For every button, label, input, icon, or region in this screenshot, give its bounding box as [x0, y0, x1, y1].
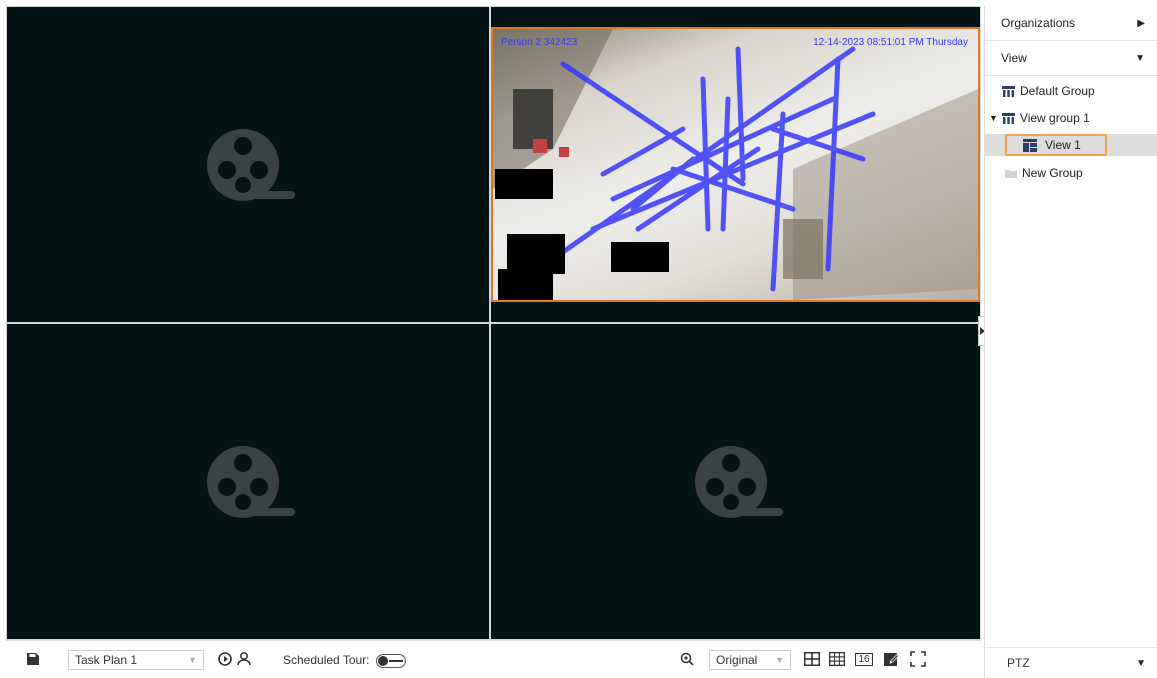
selection-highlight [1005, 134, 1107, 156]
layout-4-button[interactable] [803, 650, 821, 668]
custom-layout-button[interactable] [882, 650, 900, 668]
view-group-icon [1002, 85, 1015, 97]
chevron-right-icon: ▶ [1137, 17, 1145, 29]
film-reel-icon [207, 445, 295, 518]
task-plan-value: Task Plan 1 [75, 653, 138, 667]
video-window-3[interactable] [7, 324, 489, 639]
film-reel-icon [694, 445, 783, 518]
user-tour-button[interactable] [235, 650, 253, 668]
scheduled-tour-label: Scheduled Tour: [283, 653, 370, 667]
layout-9-button[interactable] [828, 650, 846, 668]
refresh-button[interactable] [216, 650, 234, 668]
expand-arrow-icon: ▼ [989, 113, 998, 123]
camera-osd-timestamp: 12-14-2023 08:51:01 PM Thursday [813, 37, 968, 48]
redaction-box [611, 242, 669, 272]
fullscreen-icon [910, 651, 926, 667]
tree-item-default-group[interactable]: Default Group [1002, 80, 1095, 102]
default-group-label: Default Group [1020, 84, 1095, 98]
bottom-toolbar: Task Plan 1 ▼ Scheduled Tour: Original ▼ [6, 640, 981, 678]
ptz-header[interactable]: PTZ ▼ [985, 647, 1157, 678]
layout-16-button[interactable]: 16 [854, 650, 874, 668]
chevron-down-icon: ▼ [188, 655, 197, 665]
zoom-mode-value: Original [716, 653, 758, 667]
redaction-box [495, 169, 553, 199]
tree-item-view-group-1[interactable]: ▼ View group 1 [989, 107, 1090, 129]
new-group-label: New Group [1022, 166, 1083, 180]
video-window-1[interactable] [7, 7, 489, 322]
chevron-down-icon: ▼ [775, 655, 784, 665]
chevron-down-icon: ▼ [1135, 52, 1145, 64]
user-tour-icon [237, 652, 251, 666]
camera-scene-image [493, 29, 978, 300]
layout-4-icon [804, 652, 820, 666]
right-panel: Organizations ▶ View ▼ Default Group ▼ V… [984, 6, 1157, 678]
film-reel-icon [207, 128, 295, 201]
view-label: View [1001, 51, 1027, 65]
live-camera-feed[interactable]: Person 2 342423 12-14-2023 08:51:01 PM T… [491, 27, 980, 302]
view-header[interactable]: View ▼ [985, 41, 1157, 76]
zoom-icon [680, 652, 694, 666]
zoom-button[interactable] [678, 650, 696, 668]
save-button[interactable] [24, 650, 42, 668]
custom-layout-icon [883, 653, 899, 666]
view-group-icon [1001, 112, 1015, 124]
video-window-4[interactable] [491, 324, 980, 639]
chevron-down-icon: ▼ [1136, 657, 1146, 669]
save-icon [27, 653, 39, 665]
refresh-icon [218, 652, 232, 666]
tree-item-view-1[interactable]: View 1 [985, 134, 1157, 156]
scheduled-tour-toggle[interactable] [376, 653, 406, 669]
layout-16-icon: 16 [855, 652, 873, 666]
camera-osd-name: Person 2 342423 [501, 37, 578, 48]
organizations-header[interactable]: Organizations ▶ [985, 6, 1157, 41]
ptz-label: PTZ [1007, 656, 1030, 670]
folder-icon [1005, 170, 1017, 178]
layout-9-icon [829, 652, 845, 666]
redaction-box [498, 269, 553, 300]
zoom-mode-select[interactable]: Original ▼ [709, 650, 791, 670]
redaction-box [507, 234, 565, 274]
view-group-1-label: View group 1 [1019, 111, 1090, 125]
fullscreen-button[interactable] [909, 650, 927, 668]
video-wall: Person 2 342423 12-14-2023 08:51:01 PM T… [6, 6, 987, 640]
tree-item-new-group[interactable]: New Group [1005, 162, 1083, 184]
task-plan-select[interactable]: Task Plan 1 ▼ [68, 650, 204, 670]
organizations-label: Organizations [1001, 16, 1076, 30]
